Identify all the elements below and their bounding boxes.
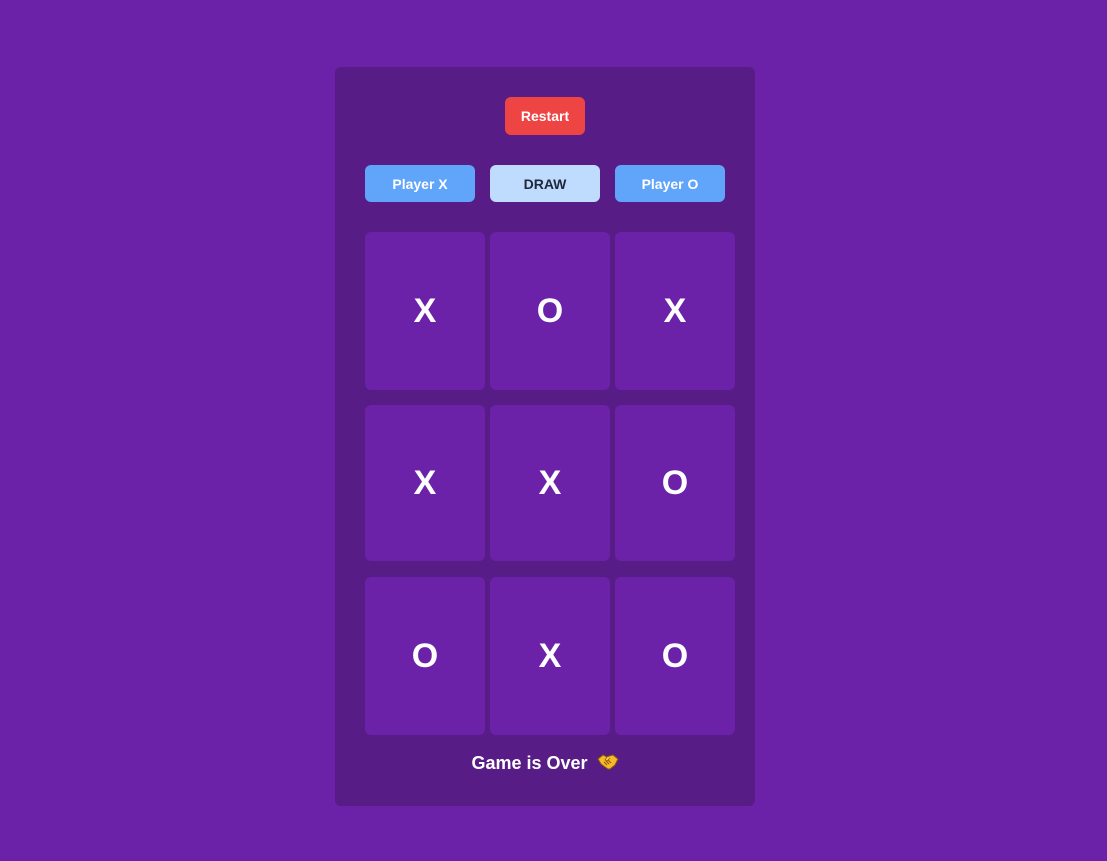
board-cell-1[interactable]: X: [365, 232, 485, 390]
player-x-indicator[interactable]: Player X: [365, 165, 475, 202]
board-cell-7[interactable]: O: [365, 577, 485, 735]
draw-indicator[interactable]: DRAW: [490, 165, 600, 202]
board-cell-6[interactable]: O: [615, 405, 735, 561]
game-status-message: Game is Over: [335, 751, 755, 775]
board-cell-9[interactable]: O: [615, 577, 735, 735]
score-bar: Player X DRAW Player O: [365, 165, 725, 202]
player-o-indicator[interactable]: Player O: [615, 165, 725, 202]
restart-button[interactable]: Restart: [505, 97, 585, 135]
handshake-icon: [596, 753, 619, 771]
board-cell-2[interactable]: O: [490, 232, 610, 390]
board-cell-5[interactable]: X: [490, 405, 610, 561]
game-board: X O X X X O O X O: [365, 232, 735, 735]
game-status-text: Game is Over: [471, 753, 588, 773]
board-cell-4[interactable]: X: [365, 405, 485, 561]
board-cell-3[interactable]: X: [615, 232, 735, 390]
game-panel: Restart Player X DRAW Player O X O X X X…: [335, 67, 755, 806]
board-cell-8[interactable]: X: [490, 577, 610, 735]
